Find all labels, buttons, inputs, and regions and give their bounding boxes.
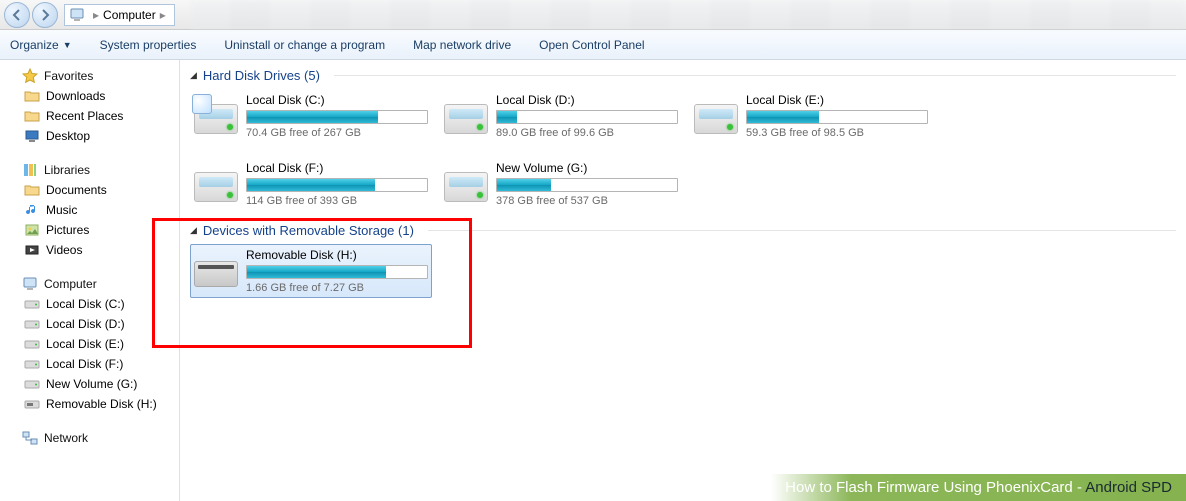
drive-free-text: 70.4 GB free of 267 GB — [246, 127, 428, 139]
sidebar-item-removable-disk-h[interactable]: Removable Disk (H:) — [6, 394, 179, 414]
windows-badge-icon — [192, 94, 212, 114]
drive-item[interactable]: New Volume (G:) 378 GB free of 537 GB — [440, 157, 682, 211]
favorites-header[interactable]: Favorites — [6, 66, 179, 86]
drive-icon — [24, 316, 40, 332]
sidebar-item-downloads[interactable]: Downloads — [6, 86, 179, 106]
capacity-bar — [496, 110, 678, 124]
drive-item[interactable]: Local Disk (E:) 59.3 GB free of 98.5 GB — [690, 89, 932, 143]
drive-name: Local Disk (F:) — [246, 161, 428, 175]
drive-list: Local Disk (C:)70.4 GB free of 267 GBLoc… — [190, 89, 1176, 211]
documents-icon — [24, 182, 40, 198]
command-toolbar: Organize ▼ System properties Uninstall o… — [0, 30, 1186, 60]
dropdown-chevron-icon: ▼ — [63, 40, 72, 50]
collapse-arrow-icon: ◢ — [190, 70, 197, 81]
back-button[interactable] — [4, 2, 30, 28]
capacity-bar — [246, 265, 428, 279]
drive-free-text: 89.0 GB free of 99.6 GB — [496, 127, 678, 139]
drive-free-text: 59.3 GB free of 98.5 GB — [746, 127, 928, 139]
hard-drive-icon — [444, 164, 488, 204]
sidebar-item-recent-places[interactable]: Recent Places — [6, 106, 179, 126]
capacity-bar — [246, 178, 428, 192]
drive-free-text: 1.66 GB free of 7.27 GB — [246, 282, 428, 294]
nav-buttons — [4, 2, 58, 28]
sidebar-item-local-disk-d[interactable]: Local Disk (D:) — [6, 314, 179, 334]
desktop-icon — [24, 128, 40, 144]
navigation-pane: Favorites Downloads Recent Places Deskto… — [0, 60, 180, 501]
drive-free-text: 114 GB free of 393 GB — [246, 195, 428, 207]
favorites-group: Favorites Downloads Recent Places Deskto… — [6, 66, 179, 146]
drive-item[interactable]: Local Disk (F:) 114 GB free of 393 GB — [190, 157, 432, 211]
drive-free-text: 378 GB free of 537 GB — [496, 195, 678, 207]
sidebar-item-documents[interactable]: Documents — [6, 180, 179, 200]
music-icon — [24, 202, 40, 218]
sidebar-item-pictures[interactable]: Pictures — [6, 220, 179, 240]
address-field[interactable]: ▸ Computer ▸ — [64, 4, 175, 26]
folder-icon — [24, 88, 40, 104]
breadcrumb-location[interactable]: Computer — [103, 8, 156, 22]
drive-icon — [24, 296, 40, 312]
sidebar-item-local-disk-f[interactable]: Local Disk (F:) — [6, 354, 179, 374]
capacity-bar — [746, 110, 928, 124]
drive-name: Local Disk (E:) — [746, 93, 928, 107]
sidebar-item-videos[interactable]: Videos — [6, 240, 179, 260]
capacity-bar — [246, 110, 428, 124]
open-control-panel-button[interactable]: Open Control Panel — [539, 38, 644, 52]
drive-name: Removable Disk (H:) — [246, 248, 428, 262]
sidebar-item-local-disk-e[interactable]: Local Disk (E:) — [6, 334, 179, 354]
content-pane: ◢ Hard Disk Drives (5) Local Disk (C:) 70.4… — [180, 60, 1186, 501]
removable-drive-icon — [24, 396, 40, 412]
sidebar-item-music[interactable]: Music — [6, 200, 179, 220]
sidebar-item-desktop[interactable]: Desktop — [6, 126, 179, 146]
collapse-arrow-icon: ◢ — [190, 225, 197, 236]
address-bar: ▸ Computer ▸ — [0, 0, 1186, 30]
section-title: Hard Disk Drives (5) — [203, 68, 320, 83]
drive-item[interactable]: Removable Disk (H:) 1.66 GB free of 7.27 … — [190, 244, 432, 298]
map-network-drive-button[interactable]: Map network drive — [413, 38, 511, 52]
computer-icon — [22, 276, 38, 292]
libraries-icon — [22, 162, 38, 178]
uninstall-program-button[interactable]: Uninstall or change a program — [224, 38, 385, 52]
hard-drive-icon — [444, 96, 488, 136]
forward-button[interactable] — [32, 2, 58, 28]
videos-icon — [24, 242, 40, 258]
drive-item[interactable]: Local Disk (C:) 70.4 GB free of 267 GB — [190, 89, 432, 143]
network-icon — [22, 430, 38, 446]
organize-menu[interactable]: Organize ▼ — [10, 38, 72, 52]
drive-icon — [24, 376, 40, 392]
drive-item[interactable]: Local Disk (D:) 89.0 GB free of 99.6 GB — [440, 89, 682, 143]
computer-header[interactable]: Computer — [6, 274, 179, 294]
computer-group: Computer Local Disk (C:) Local Disk (D:)… — [6, 274, 179, 414]
star-icon — [22, 68, 38, 84]
system-properties-button[interactable]: System properties — [100, 38, 197, 52]
pictures-icon — [24, 222, 40, 238]
breadcrumb-chevron-icon[interactable]: ▸ — [93, 8, 99, 22]
watermark: How to Flash Firmware Using PhoenixCard … — [771, 474, 1186, 501]
organize-label: Organize — [10, 38, 59, 52]
drive-icon — [24, 356, 40, 372]
sidebar-item-new-volume-g[interactable]: New Volume (G:) — [6, 374, 179, 394]
hard-drive-icon — [694, 96, 738, 136]
network-header[interactable]: Network — [6, 428, 179, 448]
drive-name: Local Disk (C:) — [246, 93, 428, 107]
hard-drive-icon — [194, 164, 238, 204]
section-header[interactable]: ◢ Devices with Removable Storage (1) — [190, 223, 1176, 238]
libraries-group: Libraries Documents Music Pictures Video… — [6, 160, 179, 260]
folder-icon — [24, 108, 40, 124]
section-title: Devices with Removable Storage (1) — [203, 223, 414, 238]
removable-drive-icon — [194, 251, 238, 291]
computer-icon — [69, 7, 85, 23]
drive-name: New Volume (G:) — [496, 161, 678, 175]
libraries-header[interactable]: Libraries — [6, 160, 179, 180]
drive-list: Removable Disk (H:) 1.66 GB free of 7.27 … — [190, 244, 1176, 298]
hard-drive-icon — [194, 96, 238, 136]
drive-name: Local Disk (D:) — [496, 93, 678, 107]
drive-icon — [24, 336, 40, 352]
sidebar-item-local-disk-c[interactable]: Local Disk (C:) — [6, 294, 179, 314]
breadcrumb-chevron-icon[interactable]: ▸ — [160, 8, 166, 22]
section-header[interactable]: ◢ Hard Disk Drives (5) — [190, 68, 1176, 83]
network-group: Network — [6, 428, 179, 448]
capacity-bar — [496, 178, 678, 192]
